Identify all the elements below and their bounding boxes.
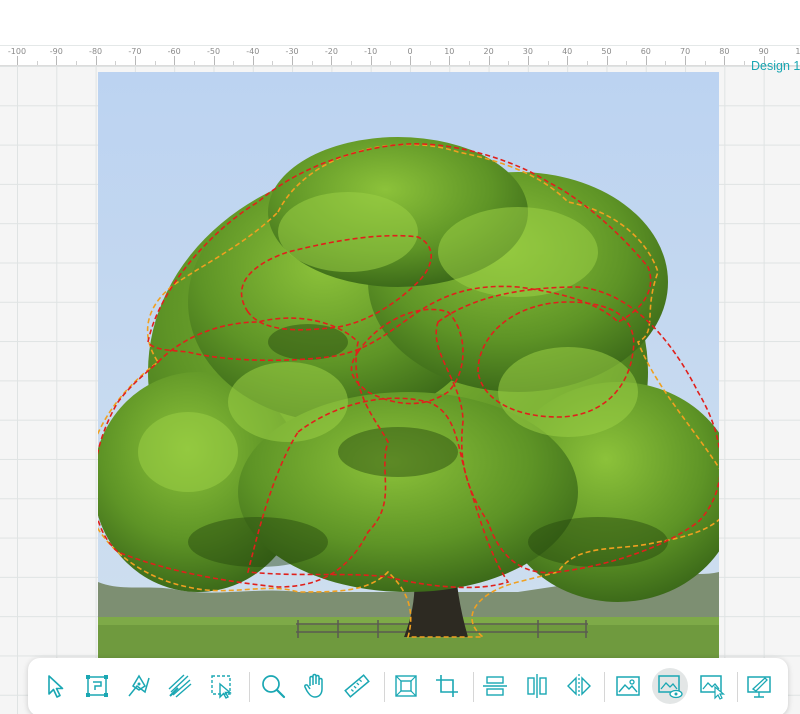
ruler-label: 80 [719,47,730,56]
zoom-button[interactable] [255,668,291,704]
node-edit-button[interactable] [79,668,115,704]
node-edit-icon [86,675,108,697]
fit-frame-button[interactable] [388,668,424,704]
ruler-tick [370,56,372,65]
ruler-label: 70 [680,47,691,56]
ruler-label: 60 [640,47,651,56]
toolbar-separator [473,672,474,702]
ruler-tick [410,56,411,65]
image-trace-icon [700,675,726,700]
crop-button[interactable] [429,668,465,704]
toolbar-separator [604,672,605,702]
ruler-tick [174,56,176,65]
ruler-label: 90 [758,47,769,56]
ruler-button[interactable] [339,668,375,704]
image-button[interactable] [610,668,646,704]
align-horizontal-icon [483,676,507,696]
toolbar-separator [384,672,385,702]
ruler-label: -30 [285,47,299,56]
mirror-button[interactable] [561,668,597,704]
canvas-paint-icon [747,676,771,698]
ruler-tick [95,56,97,65]
line-eraser-button[interactable] [162,668,198,704]
ruler-label: -10 [364,47,378,56]
ruler-label: -100 [7,47,27,56]
image-preview-icon [658,675,683,699]
ruler-icon [344,674,370,698]
ruler-label: -50 [206,47,221,56]
align-vertical-icon [527,674,547,698]
zoom-icon [262,675,286,699]
tree-photo [98,72,719,660]
ruler-label: 50 [601,47,612,56]
toolbar-separator [249,672,250,702]
ruler-tick [331,56,333,65]
align-vertical-button[interactable] [519,668,555,704]
ruler-tick [488,56,490,65]
ruler-tick [724,56,726,65]
ruler-label: 0 [407,47,413,56]
ruler-tick [252,56,254,65]
top-bar [0,0,800,46]
horizontal-ruler: -100 -90 -80 -70 -60 -50 -40 -30 -20 -10 0 10 20 30 40… [0,46,800,66]
image-icon [616,676,640,696]
select-tool-button[interactable] [38,668,74,704]
ruler-label: 20 [483,47,494,56]
design-name-label[interactable]: Design 1 [751,59,800,73]
ruler-tick [527,56,529,65]
ruler-tick [134,56,136,65]
shape-select-button[interactable] [204,668,240,704]
align-horizontal-button[interactable] [477,668,513,704]
ruler-tick [645,56,647,65]
toolbar-separator [737,672,738,702]
ruler-label: -60 [167,47,181,56]
crop-icon [436,675,458,697]
line-eraser-icon [168,674,192,698]
shape-select-icon [211,675,232,699]
pen-tool-icon [128,674,150,697]
ruler-label: -20 [324,47,338,56]
ruler-tick [213,56,215,65]
hand-pan-icon [304,673,323,698]
pen-tool-button[interactable] [121,668,157,704]
ruler-label: 40 [562,47,573,56]
ruler-tick [449,56,451,65]
canvas-paint-button[interactable] [741,668,777,704]
ruler-label: -70 [128,47,142,56]
ruler-tick [685,56,687,65]
ruler-label: 10 [444,47,455,56]
ruler-label: -90 [49,47,63,56]
ruler-label: -40 [246,47,260,56]
ruler-tick [606,56,608,65]
image-preview-button[interactable] [652,668,688,704]
select-arrow-icon [48,675,64,698]
ruler-tick [567,56,569,65]
ruler-tick [292,56,294,65]
image-trace-button[interactable] [694,668,730,704]
ruler-tick [56,56,58,65]
hand-pan-button[interactable] [297,668,333,704]
mirror-icon [567,674,591,698]
ruler-tick [17,56,18,65]
ruler-label: 100 [795,47,800,56]
ruler-label: 30 [522,47,533,56]
fit-frame-icon [395,675,417,697]
bottom-toolbar [28,658,788,714]
artboard-image[interactable] [98,72,719,660]
ruler-label: -80 [89,47,103,56]
